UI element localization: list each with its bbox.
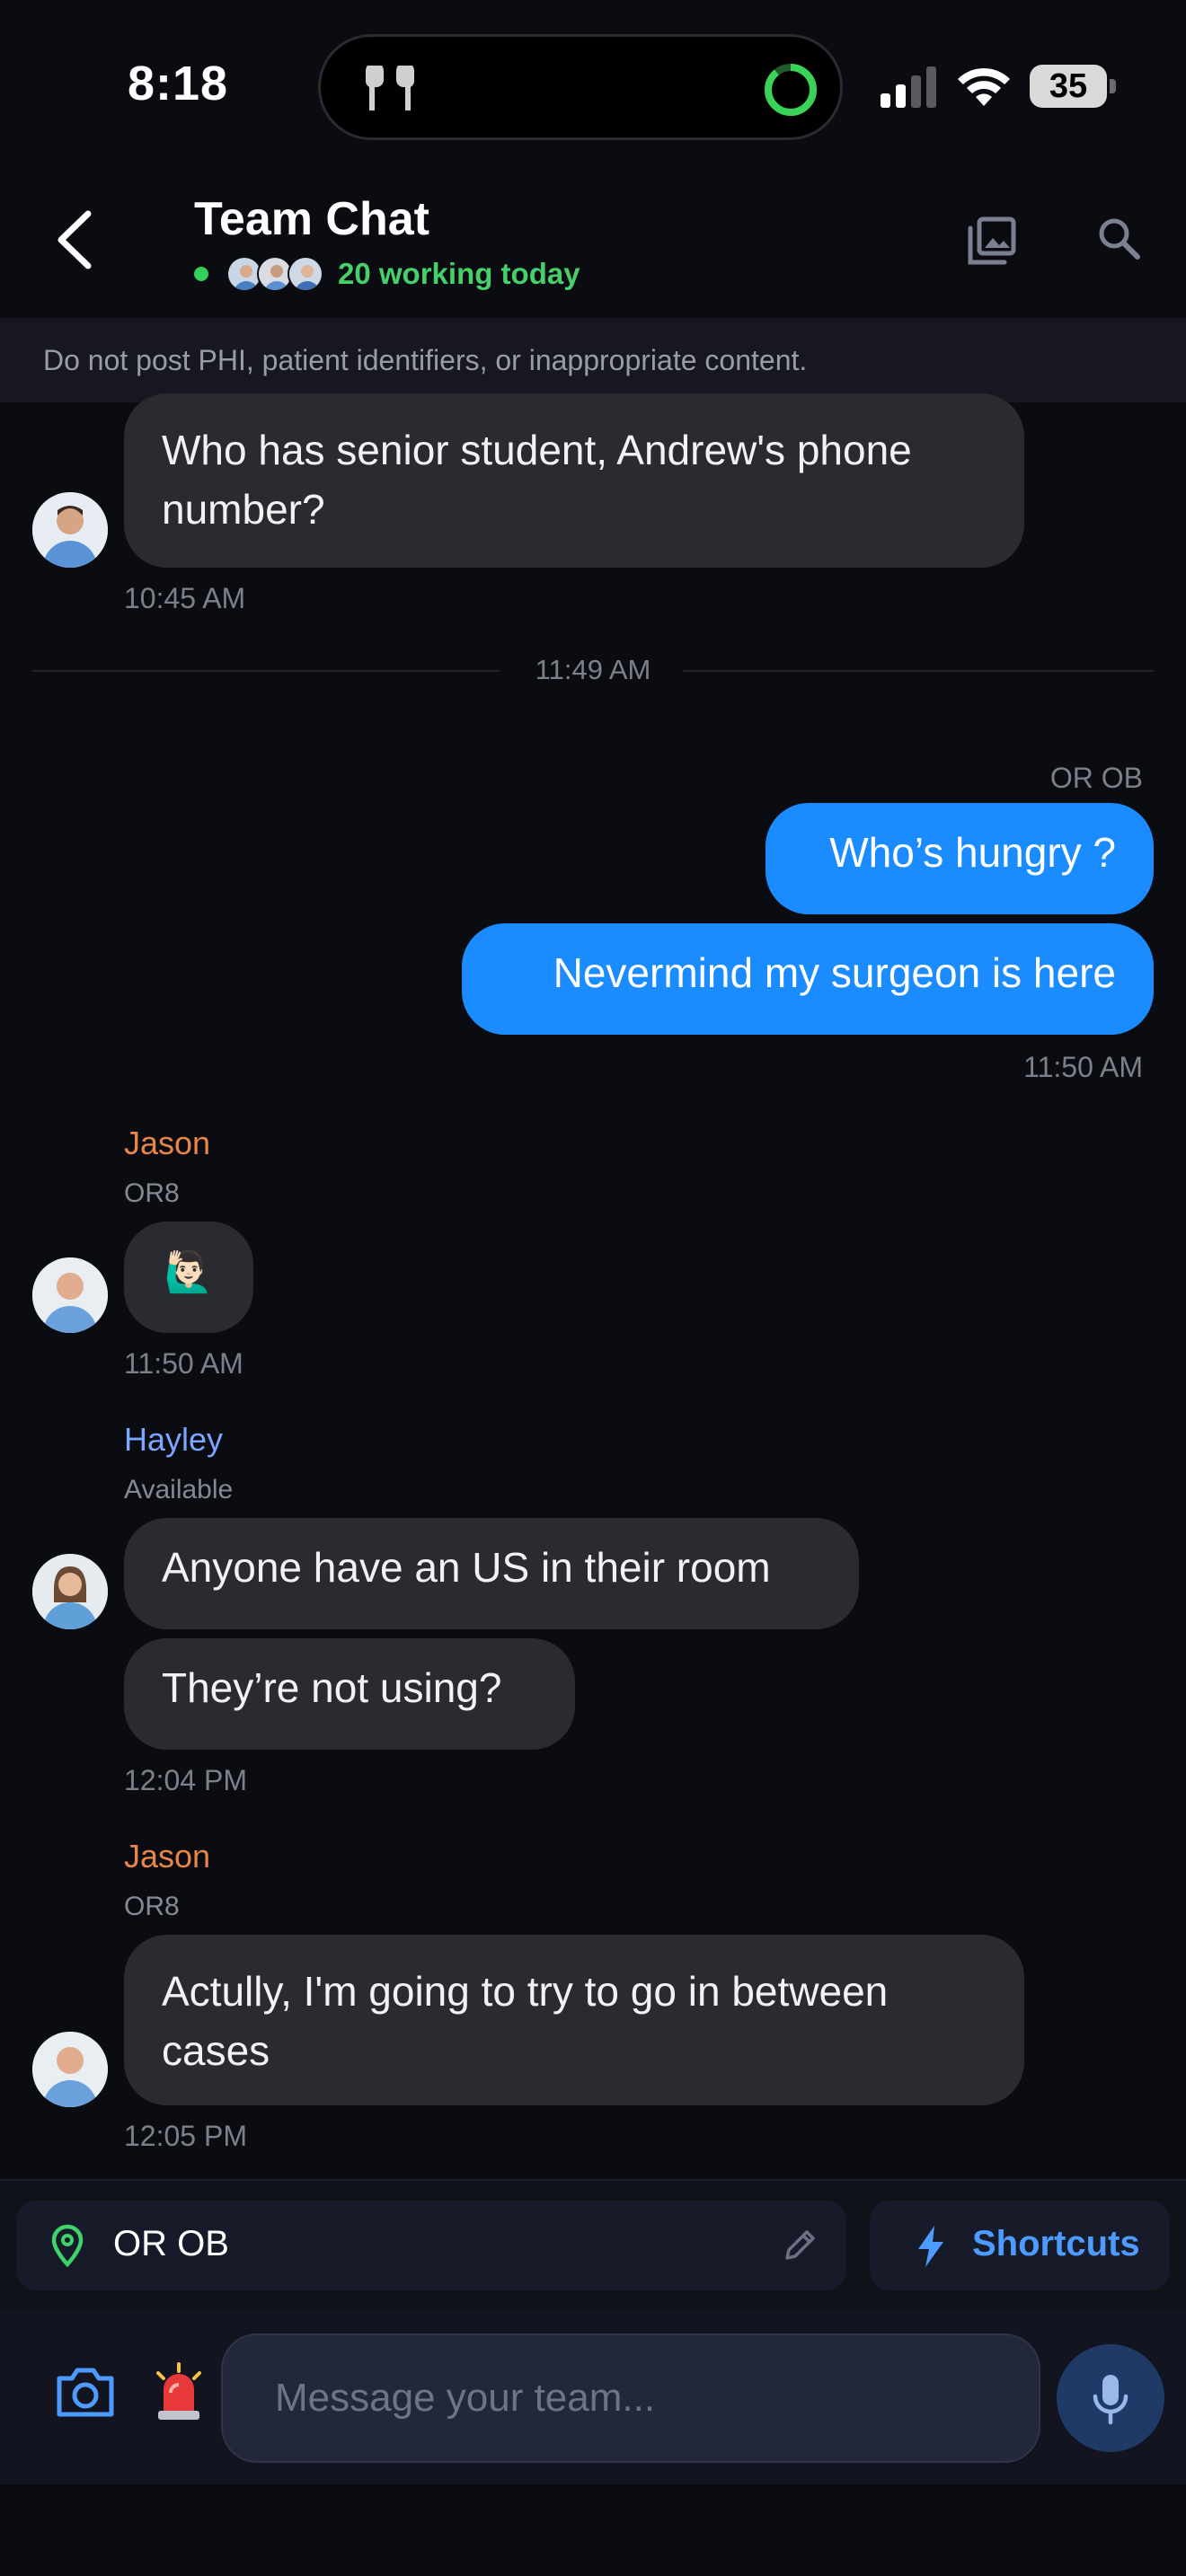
message-time: 12:05 PM xyxy=(124,2120,247,2152)
message-emoji: 🙋🏻‍♂️ xyxy=(164,1250,214,1294)
avatar[interactable] xyxy=(32,492,108,568)
message-text: Who has senior student, Andrew's phone n… xyxy=(162,427,912,533)
shortcuts-label: Shortcuts xyxy=(972,2224,1140,2263)
message-composer xyxy=(0,2310,1186,2484)
message-text: Who’s hungry ? xyxy=(829,829,1116,876)
photo-library-icon[interactable] xyxy=(967,216,1017,266)
message-text: Nevermind my surgeon is here xyxy=(553,949,1116,996)
page-title[interactable]: Team Chat xyxy=(194,192,429,246)
sender-role: Available xyxy=(124,1475,234,1504)
location-bar: OR OB Shortcuts xyxy=(0,2181,1186,2310)
message-bubble[interactable]: Who has senior student, Andrew's phone n… xyxy=(124,393,1024,568)
airpods-icon xyxy=(365,66,415,110)
siren-icon[interactable] xyxy=(151,2360,207,2423)
message-time: 12:04 PM xyxy=(124,1764,247,1796)
online-indicator xyxy=(194,267,208,281)
time-divider: 11:49 AM xyxy=(32,654,1154,685)
content-policy-notice: Do not post PHI, patient identifiers, or… xyxy=(0,318,1186,402)
battery-level: 35 xyxy=(1030,65,1107,108)
message-text: They’re not using? xyxy=(162,1664,502,1711)
avatar[interactable] xyxy=(32,1554,108,1629)
sender-name[interactable]: Jason xyxy=(124,1838,210,1875)
message-time: 11:50 AM xyxy=(1023,1051,1143,1083)
sender-name[interactable]: Jason xyxy=(124,1125,210,1162)
camera-icon[interactable] xyxy=(54,2364,117,2420)
message-bubble[interactable]: Anyone have an US in their room xyxy=(124,1518,859,1629)
avatar[interactable] xyxy=(32,1257,108,1333)
emoji-message-bubble[interactable]: 🙋🏻‍♂️ xyxy=(124,1222,253,1333)
divider-time: 11:49 AM xyxy=(535,654,651,685)
map-pin-icon xyxy=(51,2224,84,2267)
location-selector[interactable]: OR OB xyxy=(16,2201,846,2290)
signal-icon xyxy=(881,66,936,108)
dynamic-island[interactable] xyxy=(318,34,843,140)
message-text: Actully, I'm going to try to go in betwe… xyxy=(162,1968,889,2074)
battery-icon: 35 xyxy=(1030,65,1116,108)
status-time: 8:18 xyxy=(128,57,229,110)
sender-role: OR8 xyxy=(124,1178,180,1208)
shortcuts-button[interactable]: Shortcuts xyxy=(870,2201,1170,2290)
avatar[interactable] xyxy=(32,2032,108,2107)
wifi-icon xyxy=(958,67,1010,106)
activity-ring-icon xyxy=(765,64,817,116)
microphone-icon xyxy=(1093,2375,1128,2425)
microphone-button[interactable] xyxy=(1057,2344,1164,2452)
message-bubble-outgoing[interactable]: Nevermind my surgeon is here xyxy=(462,923,1154,1035)
pencil-icon[interactable] xyxy=(782,2228,818,2263)
working-today-row[interactable]: 20 working today xyxy=(194,253,580,295)
message-bubble[interactable]: They’re not using? xyxy=(124,1638,575,1750)
message-text: Anyone have an US in their room xyxy=(162,1544,771,1591)
message-time: 11:50 AM xyxy=(124,1347,243,1380)
sender-role: OR8 xyxy=(124,1892,180,1921)
chevron-left-icon[interactable] xyxy=(49,208,99,271)
message-input[interactable] xyxy=(221,2333,1040,2463)
sender-location: OR OB xyxy=(1049,762,1143,794)
message-bubble-outgoing[interactable]: Who’s hungry ? xyxy=(766,803,1154,914)
avatar xyxy=(288,256,323,292)
status-bar: 8:18 35 xyxy=(0,0,1186,171)
sender-name[interactable]: Hayley xyxy=(124,1421,223,1459)
message-bubble[interactable]: Actully, I'm going to try to go in betwe… xyxy=(124,1935,1024,2105)
message-time: 10:45 AM xyxy=(124,582,246,614)
working-today-label: 20 working today xyxy=(338,257,580,290)
search-icon[interactable] xyxy=(1096,216,1141,260)
lightning-bolt-icon xyxy=(918,2226,943,2267)
chat-header: Team Chat 20 working today xyxy=(0,171,1186,318)
location-label: OR OB xyxy=(113,2224,229,2263)
